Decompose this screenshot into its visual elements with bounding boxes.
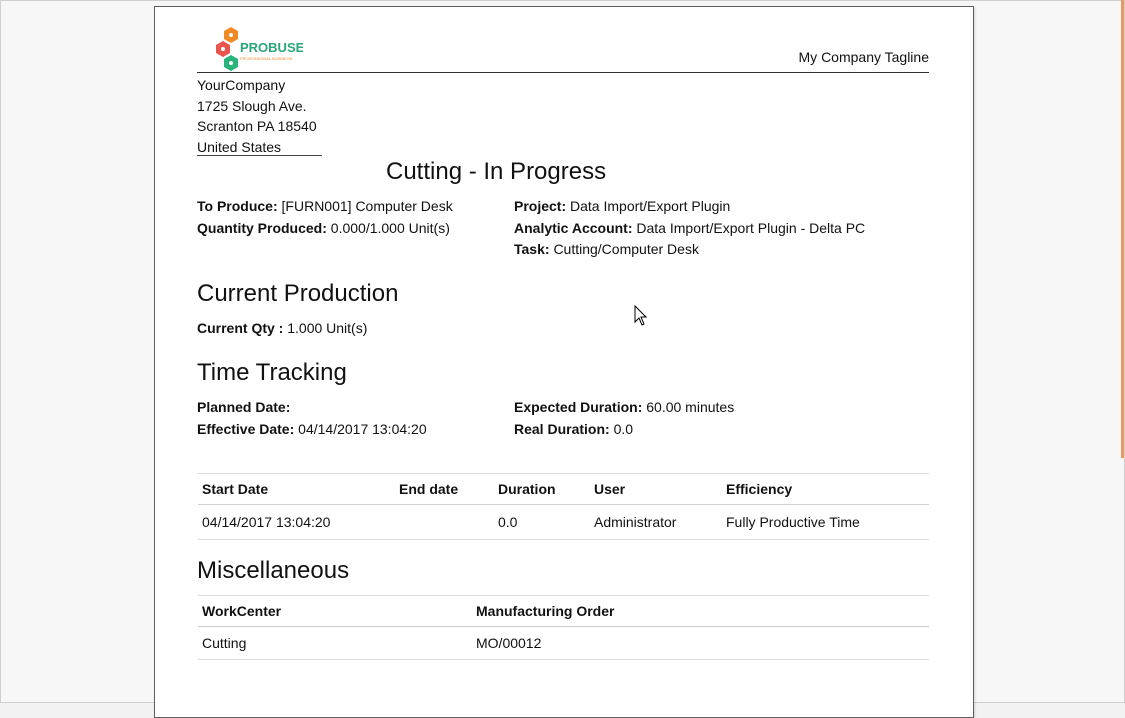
- analytic-account-field: Analytic Account: Data Import/Export Plu…: [514, 220, 865, 236]
- address-underline: [197, 155, 322, 156]
- real-duration-label: Real Duration:: [514, 421, 610, 437]
- expected-duration-label: Expected Duration:: [514, 399, 643, 415]
- planned-date-label: Planned Date:: [197, 399, 291, 415]
- expected-duration-field: Expected Duration: 60.00 minutes: [514, 399, 734, 415]
- real-duration-field: Real Duration: 0.0: [514, 421, 633, 437]
- address-line: YourCompany: [197, 77, 286, 93]
- col-start-date: Start Date: [198, 473, 395, 505]
- cell-user: Administrator: [590, 504, 722, 540]
- task-field: Task: Cutting/Computer Desk: [514, 241, 699, 257]
- company-address: YourCompany 1725 Slough Ave. Scranton PA…: [197, 75, 317, 157]
- col-user: User: [590, 473, 722, 505]
- header-divider: [197, 72, 929, 73]
- col-efficiency: Efficiency: [722, 473, 929, 505]
- to-produce-field: To Produce: [FURN001] Computer Desk: [197, 198, 453, 214]
- effective-date-value: 04/14/2017 13:04:20: [298, 421, 427, 437]
- current-qty-field: Current Qty : 1.000 Unit(s): [197, 320, 367, 336]
- analytic-account-value: Data Import/Export Plugin - Delta PC: [636, 220, 866, 236]
- task-value: Cutting/Computer Desk: [553, 241, 699, 257]
- effective-date-label: Effective Date:: [197, 421, 295, 437]
- col-end-date: End date: [395, 473, 494, 505]
- time-tracking-heading: Time Tracking: [197, 359, 347, 386]
- cell-manufacturing-order: MO/00012: [472, 626, 929, 660]
- quantity-produced-value: 0.000/1.000 Unit(s): [330, 220, 450, 236]
- to-produce-value: [FURN001] Computer Desk: [281, 198, 453, 214]
- col-manufacturing-order: Manufacturing Order: [472, 595, 929, 627]
- address-line: United States: [197, 138, 282, 155]
- real-duration-value: 0.0: [613, 421, 634, 437]
- address-line: Scranton PA 18540: [197, 118, 317, 134]
- company-tagline: My Company Tagline: [798, 49, 929, 65]
- analytic-account-label: Analytic Account:: [514, 220, 633, 236]
- project-value: Data Import/Export Plugin: [570, 198, 731, 214]
- project-field: Project: Data Import/Export Plugin: [514, 198, 730, 214]
- to-produce-label: To Produce:: [197, 198, 278, 214]
- miscellaneous-table: WorkCenter Manufacturing Order Cutting M…: [198, 595, 929, 660]
- scrollbar-accent[interactable]: [1121, 0, 1124, 458]
- logo-subtext: PROFESSIONAL BUSINESS: [240, 56, 293, 61]
- miscellaneous-heading: Miscellaneous: [197, 557, 350, 584]
- quantity-produced-field: Quantity Produced: 0.000/1.000 Unit(s): [197, 220, 450, 236]
- mouse-pointer-icon: [634, 305, 648, 326]
- cell-workcenter: Cutting: [198, 626, 472, 660]
- project-label: Project:: [514, 198, 567, 214]
- current-production-heading: Current Production: [197, 280, 399, 307]
- report-title: Cutting - In Progress: [386, 158, 607, 185]
- current-qty-value: 1.000 Unit(s): [287, 320, 368, 336]
- planned-date-field: Planned Date:: [197, 399, 290, 415]
- cell-duration: 0.0: [494, 504, 590, 540]
- col-workcenter: WorkCenter: [198, 595, 472, 627]
- table-header-row: WorkCenter Manufacturing Order: [198, 595, 929, 627]
- time-tracking-table: Start Date End date Duration User Effici…: [198, 473, 929, 540]
- address-line: 1725 Slough Ave.: [197, 97, 307, 114]
- report-page: PROBUSE PROFESSIONAL BUSINESS My Company…: [154, 6, 974, 718]
- quantity-produced-label: Quantity Produced:: [197, 220, 327, 236]
- probuse-logo: PROBUSE PROFESSIONAL BUSINESS: [216, 27, 303, 71]
- col-duration: Duration: [494, 473, 590, 505]
- table-row: 04/14/2017 13:04:20 0.0 Administrator Fu…: [198, 504, 929, 540]
- table-header-row: Start Date End date Duration User Effici…: [198, 473, 929, 505]
- current-qty-label: Current Qty :: [197, 320, 284, 336]
- task-label: Task:: [514, 241, 550, 257]
- cell-efficiency: Fully Productive Time: [722, 504, 929, 540]
- cell-start-date: 04/14/2017 13:04:20: [198, 504, 395, 540]
- table-row: Cutting MO/00012: [198, 626, 929, 660]
- expected-duration-value: 60.00 minutes: [646, 399, 735, 415]
- logo-text: PROBUSE: [240, 40, 303, 55]
- effective-date-field: Effective Date: 04/14/2017 13:04:20: [197, 421, 427, 437]
- cell-end-date: [395, 504, 494, 540]
